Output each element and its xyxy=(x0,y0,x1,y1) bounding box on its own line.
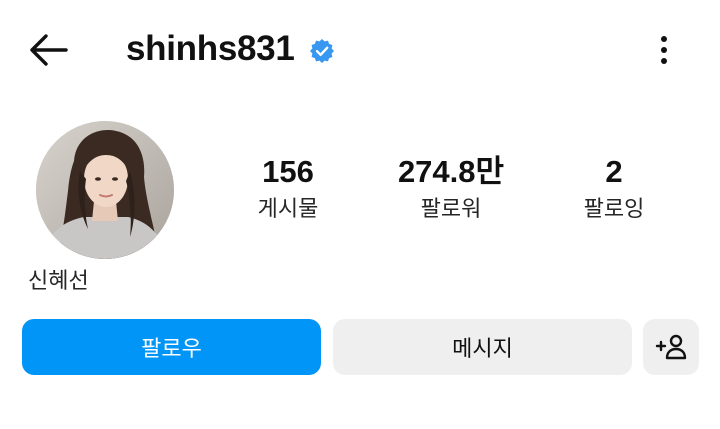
following-label: 팔로잉 xyxy=(583,197,645,222)
add-user-button[interactable] xyxy=(643,319,699,375)
profile-photo xyxy=(36,121,174,259)
following-count: 2 xyxy=(605,154,623,189)
followers-label: 팔로워 xyxy=(420,197,482,222)
verified-badge-icon xyxy=(309,38,334,63)
more-vertical-icon xyxy=(661,36,667,64)
profile-username: shinhs831 xyxy=(126,29,295,68)
profile-header: shinhs831 xyxy=(0,0,720,100)
more-options-button[interactable] xyxy=(650,30,678,70)
posts-label: 게시물 xyxy=(257,197,319,222)
add-user-icon xyxy=(655,334,687,360)
profile-avatar[interactable] xyxy=(36,121,174,259)
followers-count: 274.8만 xyxy=(397,154,505,189)
stat-followers[interactable]: 274.8만 팔로워 xyxy=(381,152,521,224)
back-button[interactable] xyxy=(26,30,72,70)
profile-full-name: 신혜선 xyxy=(28,269,89,294)
follow-button[interactable]: 팔로우 xyxy=(22,319,321,375)
follow-button-label: 팔로우 xyxy=(141,337,202,362)
username-row: shinhs831 xyxy=(126,26,335,72)
arrow-left-icon xyxy=(30,34,68,66)
message-button-label: 메시지 xyxy=(452,337,513,362)
posts-count: 156 xyxy=(262,154,314,189)
stat-following[interactable]: 2 팔로잉 xyxy=(544,152,684,224)
message-button[interactable]: 메시지 xyxy=(333,319,632,375)
stat-posts[interactable]: 156 게시물 xyxy=(218,152,358,224)
